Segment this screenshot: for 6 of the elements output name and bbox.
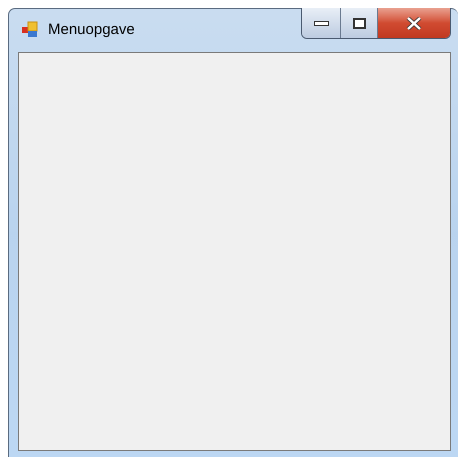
- close-button[interactable]: [378, 8, 450, 38]
- close-icon: [406, 16, 422, 30]
- maximize-button[interactable]: [341, 8, 378, 38]
- app-icon: [21, 21, 39, 39]
- window-title: Menuopgave: [48, 20, 135, 40]
- minimize-button[interactable]: [302, 8, 341, 38]
